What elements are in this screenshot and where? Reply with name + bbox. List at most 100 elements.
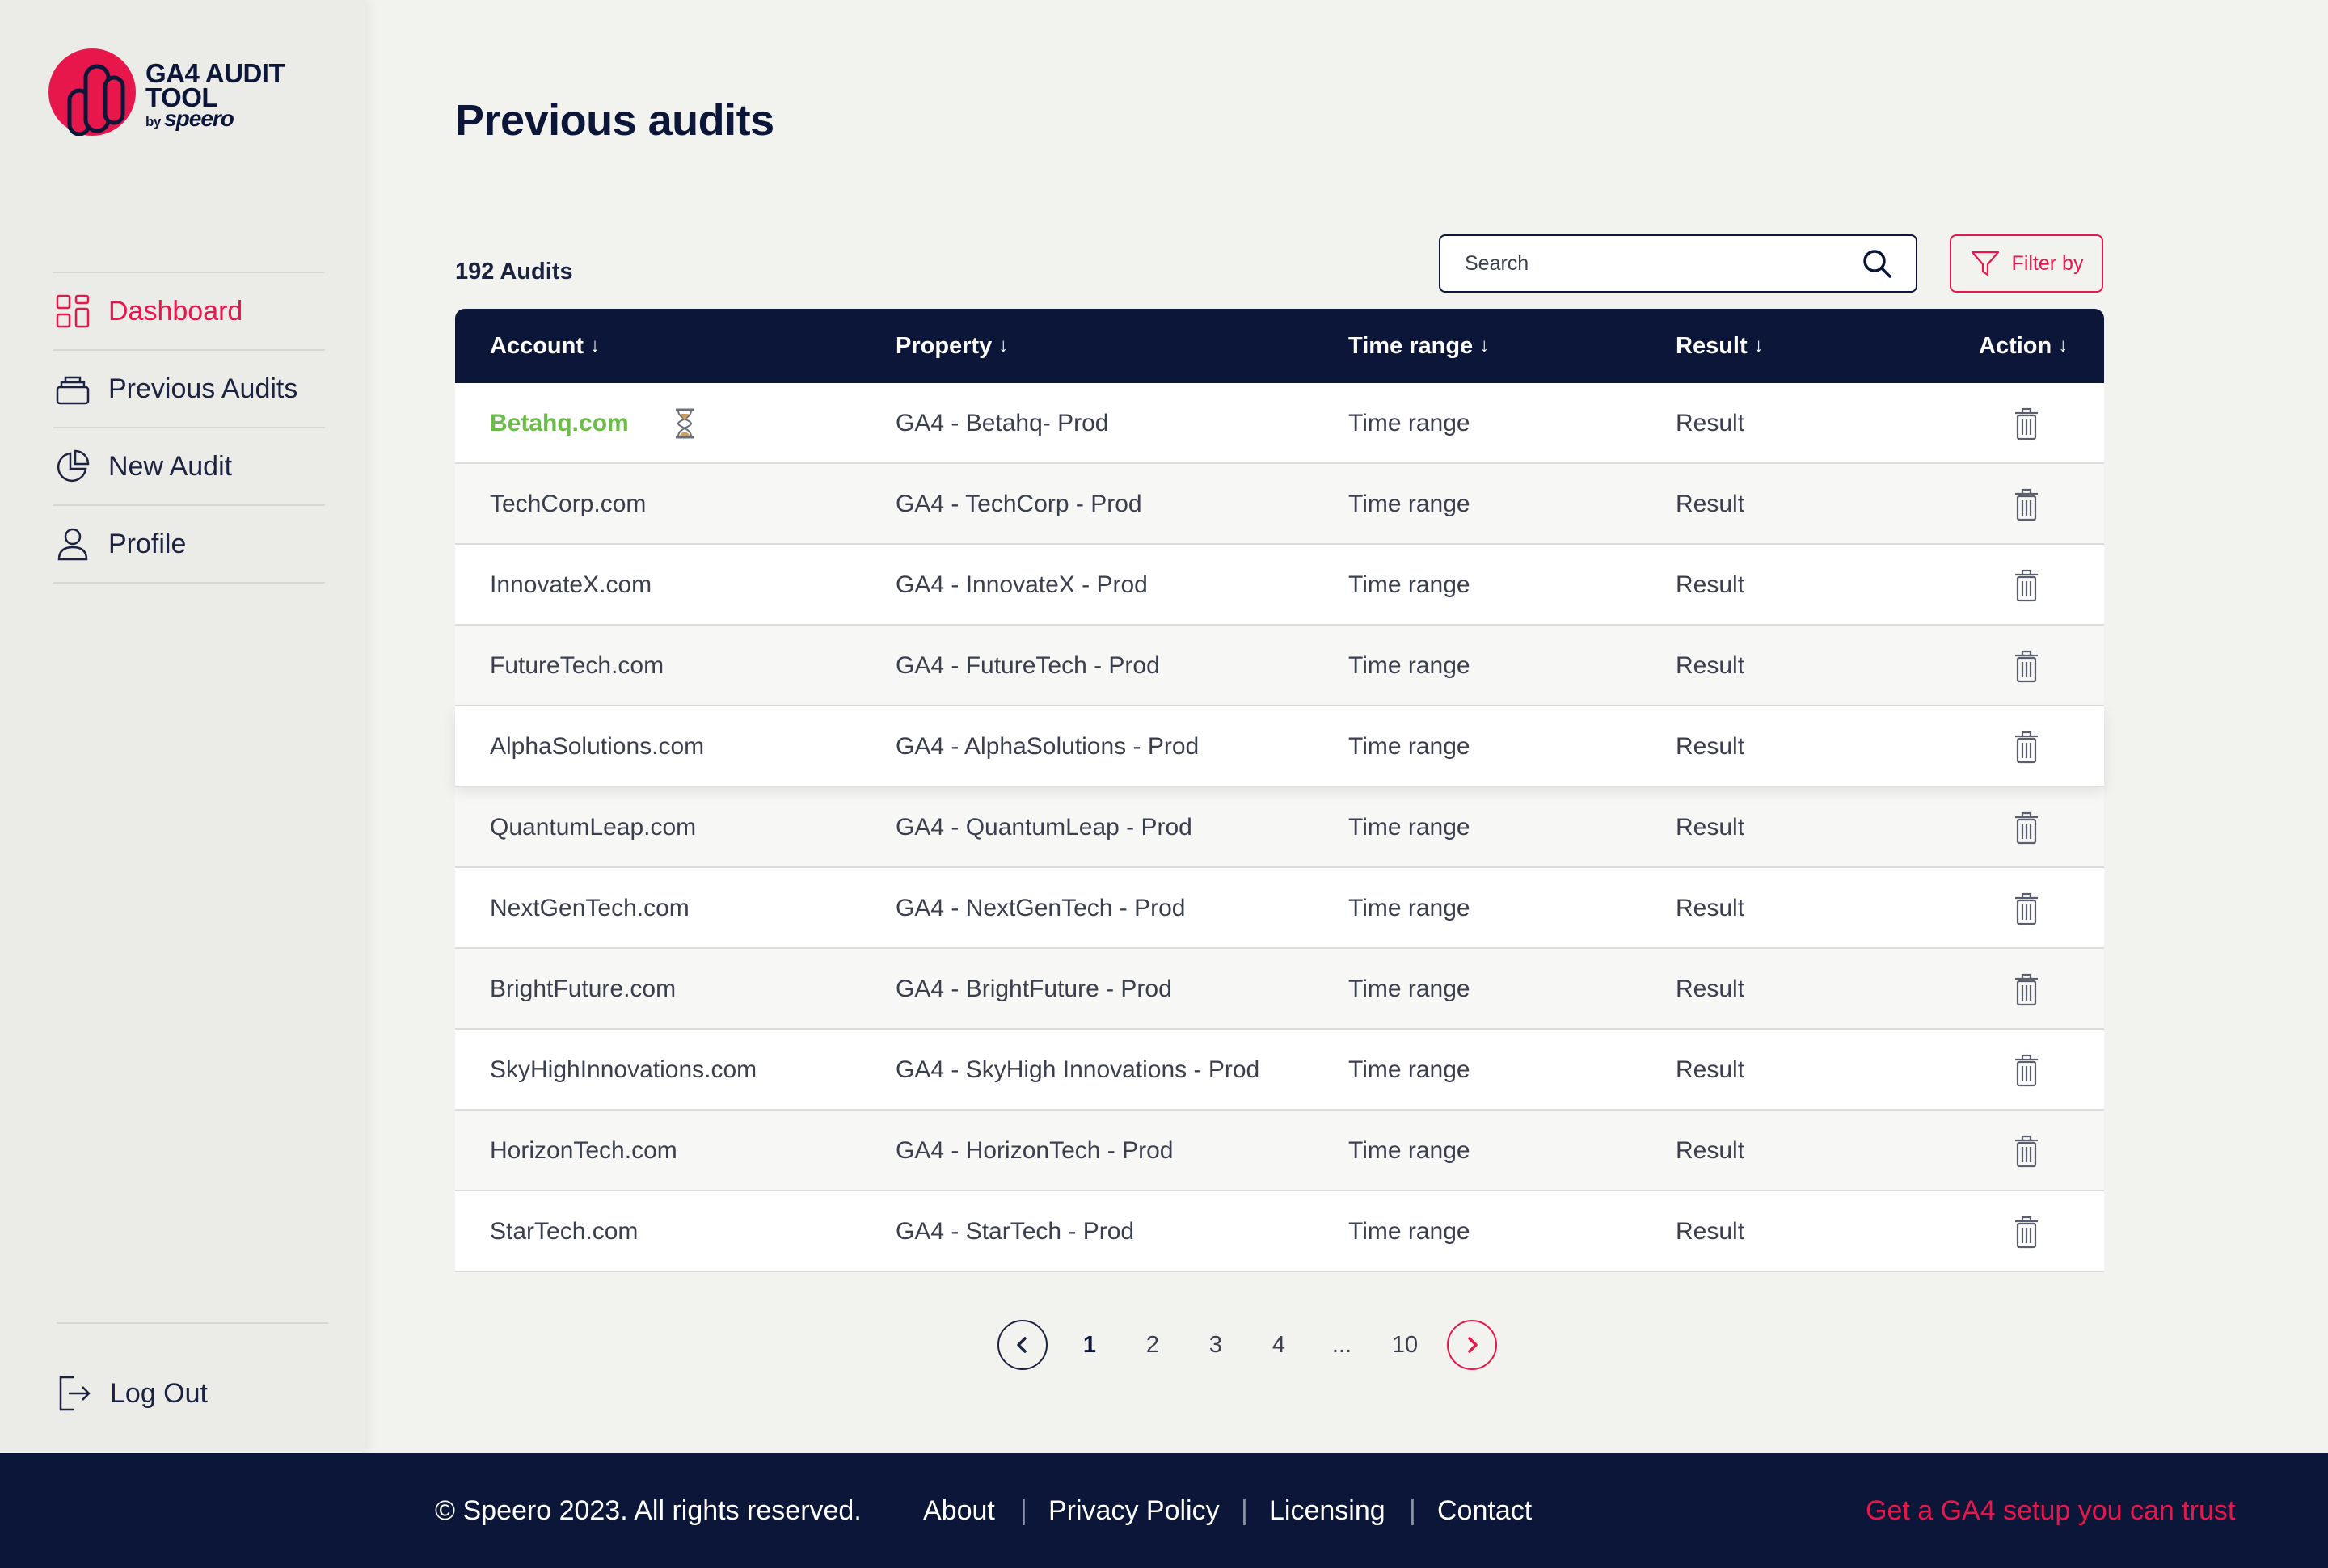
cell-account[interactable]: SkyHighInnovations.com bbox=[490, 1030, 757, 1111]
cell-account[interactable]: InnovateX.com bbox=[490, 545, 652, 626]
table-body: Betahq.com GA4 - Betahq- Prod Time range… bbox=[455, 383, 2104, 1272]
table-row[interactable]: Betahq.com GA4 - Betahq- Prod Time range… bbox=[455, 383, 2104, 464]
table-row[interactable]: StarTech.com GA4 - StarTech - Prod Time … bbox=[455, 1191, 2104, 1272]
account-name[interactable]: FutureTech.com bbox=[490, 652, 664, 680]
column-header-account[interactable]: Account ↓ bbox=[490, 309, 600, 383]
page-10-button[interactable]: 10 bbox=[1381, 1332, 1429, 1359]
cell-account[interactable]: FutureTech.com bbox=[490, 626, 664, 706]
prev-page-button[interactable] bbox=[997, 1320, 1048, 1370]
trash-icon[interactable] bbox=[2014, 811, 2039, 845]
logout-button[interactable]: Log Out bbox=[57, 1374, 208, 1413]
account-name[interactable]: Betahq.com bbox=[490, 410, 629, 437]
table-row[interactable]: SkyHighInnovations.com GA4 - SkyHigh Inn… bbox=[455, 1030, 2104, 1111]
footer-link-contact[interactable]: Contact bbox=[1437, 1453, 1532, 1568]
app-logo[interactable]: GA4 AUDIT TOOL by speero bbox=[48, 48, 285, 136]
account-name[interactable]: InnovateX.com bbox=[490, 571, 652, 599]
page-1-button[interactable]: 1 bbox=[1065, 1332, 1114, 1359]
table-row[interactable]: HorizonTech.com GA4 - HorizonTech - Prod… bbox=[455, 1111, 2104, 1191]
column-label: Result bbox=[1676, 332, 1748, 359]
table-row[interactable]: AlphaSolutions.com GA4 - AlphaSolutions … bbox=[455, 706, 2104, 787]
sort-arrow-icon: ↓ bbox=[2058, 335, 2069, 356]
cell-account[interactable]: AlphaSolutions.com bbox=[490, 706, 704, 787]
account-name[interactable]: AlphaSolutions.com bbox=[490, 733, 704, 761]
column-header-result[interactable]: Result ↓ bbox=[1676, 309, 1764, 383]
table-row[interactable]: TechCorp.com GA4 - TechCorp - Prod Time … bbox=[455, 464, 2104, 545]
table-row[interactable]: BrightFuture.com GA4 - BrightFuture - Pr… bbox=[455, 949, 2104, 1030]
trash-icon[interactable] bbox=[2014, 568, 2039, 602]
account-name[interactable]: StarTech.com bbox=[490, 1218, 638, 1246]
cell-account[interactable]: Betahq.com bbox=[490, 383, 629, 464]
logout-divider bbox=[57, 1322, 328, 1324]
trash-icon[interactable] bbox=[2014, 730, 2039, 764]
cell-time-range: Time range bbox=[1348, 814, 1470, 841]
trash-icon[interactable] bbox=[2014, 407, 2039, 440]
footer-link-privacy-policy[interactable]: Privacy Policy bbox=[1048, 1453, 1220, 1568]
audit-count: 192 Audits bbox=[455, 259, 573, 285]
cell-time-range: Time range bbox=[1348, 491, 1470, 517]
cell-action bbox=[2009, 545, 2044, 626]
search-box[interactable] bbox=[1439, 234, 1917, 293]
sidebar-item-label: Previous Audits bbox=[108, 373, 298, 404]
sidebar-item-profile[interactable]: Profile bbox=[53, 506, 325, 584]
cell-account[interactable]: TechCorp.com bbox=[490, 464, 646, 545]
dashboard-grid-icon bbox=[56, 294, 90, 328]
search-input[interactable] bbox=[1465, 251, 1861, 276]
footer-link-licensing[interactable]: Licensing bbox=[1269, 1453, 1385, 1568]
sort-arrow-icon: ↓ bbox=[1753, 335, 1764, 356]
pagination-ellipsis: ... bbox=[1331, 1331, 1352, 1358]
trash-icon[interactable] bbox=[2014, 1215, 2039, 1249]
column-header-action[interactable]: Action ↓ bbox=[1979, 309, 2068, 383]
account-name[interactable]: NextGenTech.com bbox=[490, 895, 690, 922]
trash-icon[interactable] bbox=[2014, 1053, 2039, 1087]
cell-result: Result bbox=[1676, 1056, 1745, 1083]
sidebar-item-new-audit[interactable]: New Audit bbox=[53, 428, 325, 506]
trash-icon[interactable] bbox=[2014, 972, 2039, 1006]
trash-icon[interactable] bbox=[2014, 891, 2039, 925]
cell-action bbox=[2009, 1191, 2044, 1272]
column-header-time-range[interactable]: Time range ↓ bbox=[1348, 309, 1489, 383]
search-icon[interactable] bbox=[1861, 247, 1893, 280]
footer-link-about[interactable]: About bbox=[923, 1453, 995, 1568]
column-header-property[interactable]: Property ↓ bbox=[896, 309, 1008, 383]
account-name[interactable]: SkyHighInnovations.com bbox=[490, 1056, 757, 1084]
sort-arrow-icon: ↓ bbox=[998, 335, 1009, 356]
audits-table: Account ↓ Property ↓ Time range ↓ Result ↓ A… bbox=[455, 309, 2104, 1272]
account-name[interactable]: QuantumLeap.com bbox=[490, 814, 696, 841]
column-label: Account bbox=[490, 332, 584, 359]
trash-icon[interactable] bbox=[2014, 487, 2039, 521]
page-4-button[interactable]: 4 bbox=[1255, 1332, 1303, 1359]
cell-account[interactable]: BrightFuture.com bbox=[490, 949, 676, 1030]
chevron-left-icon bbox=[1017, 1337, 1027, 1353]
cell-account[interactable]: HorizonTech.com bbox=[490, 1111, 677, 1191]
table-row[interactable]: InnovateX.com GA4 - InnovateX - Prod Tim… bbox=[455, 545, 2104, 626]
account-name[interactable]: HorizonTech.com bbox=[490, 1137, 677, 1165]
footer-tagline[interactable]: Get a GA4 setup you can trust bbox=[1866, 1453, 2235, 1568]
account-name[interactable]: TechCorp.com bbox=[490, 491, 646, 518]
cell-property: GA4 - StarTech - Prod bbox=[896, 1218, 1135, 1245]
page-title: Previous audits bbox=[455, 96, 774, 145]
cell-action bbox=[2009, 383, 2044, 464]
page-3-button[interactable]: 3 bbox=[1191, 1332, 1240, 1359]
sidebar-item-dashboard[interactable]: Dashboard bbox=[53, 273, 325, 351]
page-2-button[interactable]: 2 bbox=[1128, 1332, 1177, 1359]
cell-property: GA4 - Betahq- Prod bbox=[896, 410, 1109, 436]
trash-icon[interactable] bbox=[2014, 649, 2039, 683]
cell-action bbox=[2009, 706, 2044, 787]
footer-separator: | bbox=[1020, 1494, 1027, 1526]
sidebar-item-previous-audits[interactable]: Previous Audits bbox=[53, 351, 325, 428]
cell-account[interactable]: QuantumLeap.com bbox=[490, 787, 696, 868]
cell-property: GA4 - AlphaSolutions - Prod bbox=[896, 733, 1200, 760]
filter-button[interactable]: Filter by bbox=[1950, 234, 2103, 293]
account-name[interactable]: BrightFuture.com bbox=[490, 976, 676, 1003]
cell-result: Result bbox=[1676, 1137, 1745, 1164]
cell-account[interactable]: NextGenTech.com bbox=[490, 868, 690, 949]
table-row[interactable]: NextGenTech.com GA4 - NextGenTech - Prod… bbox=[455, 868, 2104, 949]
table-row[interactable]: QuantumLeap.com GA4 - QuantumLeap - Prod… bbox=[455, 787, 2104, 868]
trash-icon[interactable] bbox=[2014, 1134, 2039, 1168]
user-icon bbox=[57, 528, 88, 561]
table-row[interactable]: FutureTech.com GA4 - FutureTech - Prod T… bbox=[455, 626, 2104, 706]
sort-arrow-icon: ↓ bbox=[590, 335, 600, 356]
cell-account[interactable]: StarTech.com bbox=[490, 1191, 638, 1272]
next-page-button[interactable] bbox=[1447, 1320, 1497, 1370]
chevron-right-icon bbox=[1468, 1337, 1478, 1353]
